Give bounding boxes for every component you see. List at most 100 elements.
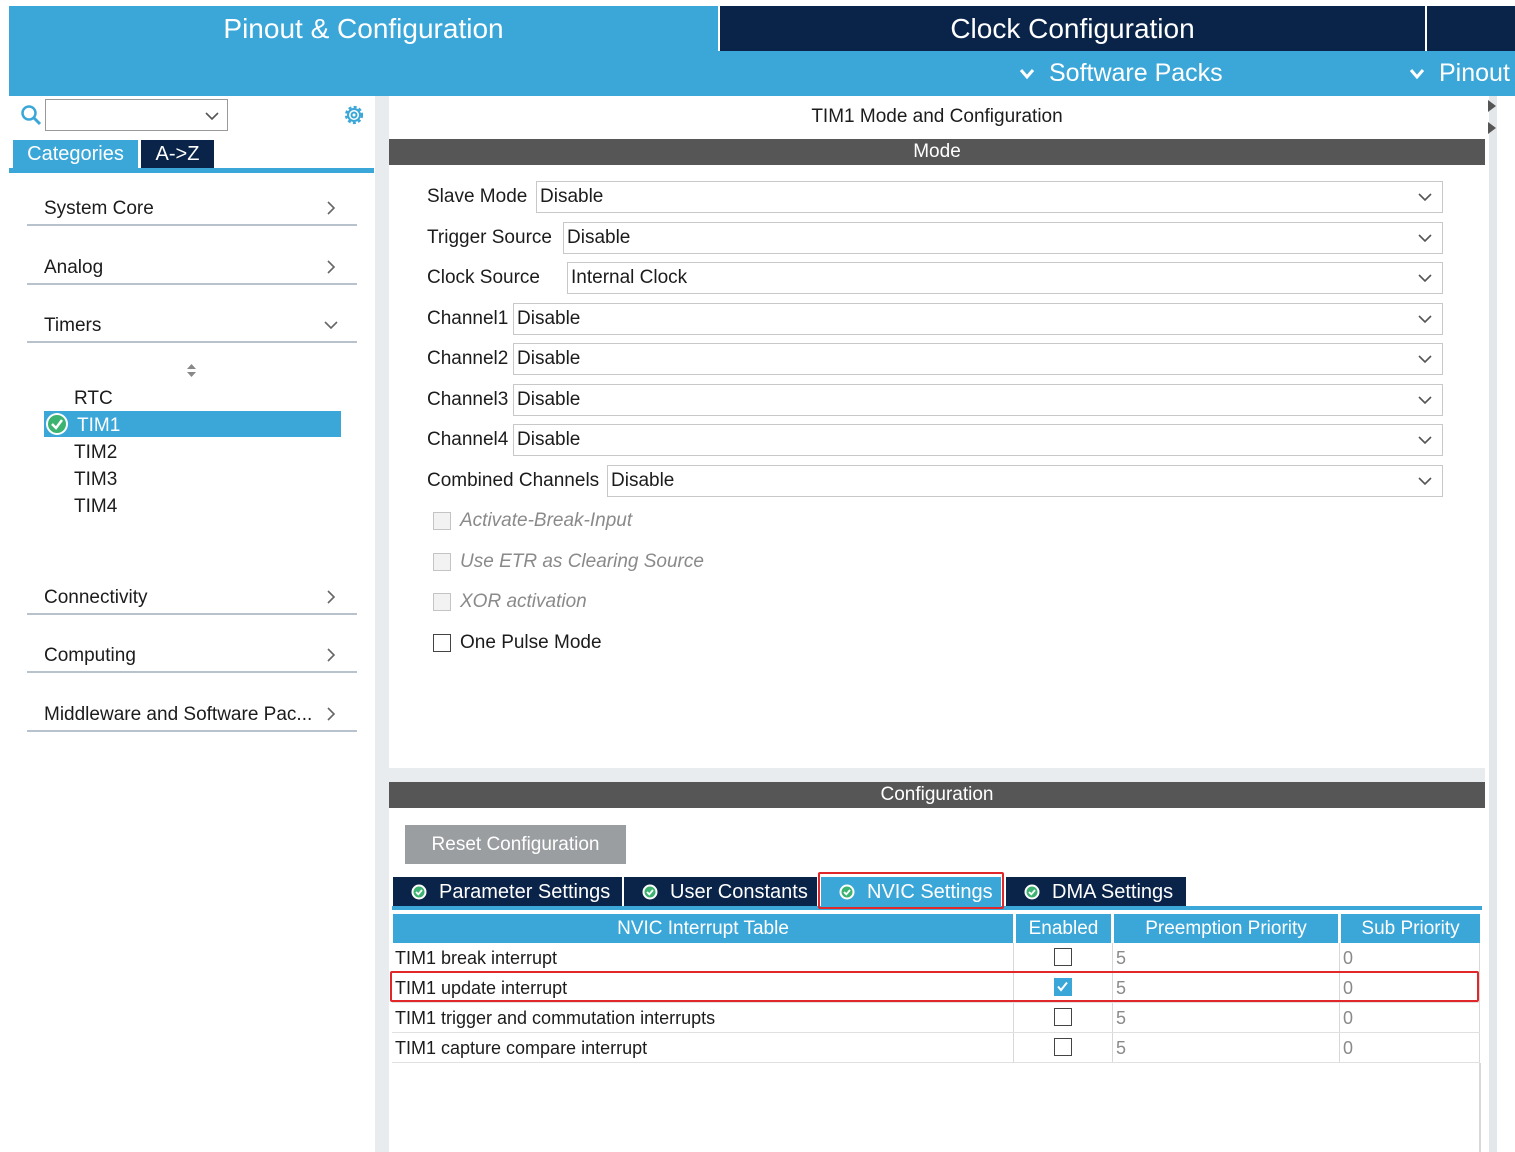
category-label: Analog [44,257,104,278]
enabled-checkbox[interactable] [1054,948,1072,966]
field-label: Channel4 [427,429,509,450]
enabled-checkbox[interactable] [1054,1038,1072,1056]
category-computing[interactable]: Computing [27,643,357,673]
chevron-right-icon [327,707,336,721]
checkbox-box[interactable] [433,512,451,530]
timer-item-tim3[interactable]: TIM3 [74,467,117,492]
tab-a-to-z[interactable]: A->Z [141,140,214,168]
category-label: Timers [44,315,102,336]
panel-splitter[interactable] [375,96,389,1152]
select-value: Disable [540,186,604,207]
select-value: Disable [567,227,631,248]
reset-configuration-button[interactable]: Reset Configuration [405,825,626,864]
check-circle-icon [1024,884,1040,900]
check-circle-icon [642,884,658,900]
category-timers[interactable]: Timers [27,313,357,343]
preemption-priority[interactable]: 5 [1113,1033,1126,1063]
chevron-down-icon [1418,274,1432,283]
column-header-interrupt[interactable]: NVIC Interrupt Table [393,914,1013,943]
secondary-menu-bar: Software Packs Pinout [9,51,1515,96]
tab-dma-settings[interactable]: DMA Settings [1006,877,1186,907]
tab-parameter-settings[interactable]: Parameter Settings [393,877,622,907]
sort-icon[interactable] [186,363,197,378]
enabled-checkbox[interactable] [1054,1008,1072,1026]
tab-label: Parameter Settings [439,880,611,903]
chevron-down-icon [1418,477,1432,486]
checkbox-label: One Pulse Mode [460,632,602,653]
combined-channels-select[interactable]: Disable [607,465,1443,497]
preemption-priority[interactable]: 5 [1113,1003,1126,1033]
chevron-down-icon [205,112,219,121]
use-etr-clearing-checkbox[interactable]: Use ETR as Clearing Source [433,550,704,574]
one-pulse-mode-checkbox[interactable]: One Pulse Mode [433,631,602,655]
category-middleware[interactable]: Middleware and Software Pac... [27,702,357,732]
nvic-tab-highlight [818,872,1004,909]
top-tab-bar: Pinout & Configuration Clock Configurati… [9,6,1515,51]
checkbox-box[interactable] [433,634,451,652]
clock-source-select[interactable]: Internal Clock [567,262,1443,294]
timer-item-tim2[interactable]: TIM2 [74,440,117,465]
timer-item-tim4[interactable]: TIM4 [74,494,117,519]
column-header-enabled[interactable]: Enabled [1016,914,1111,943]
activate-break-input-checkbox[interactable]: Activate-Break-Input [433,509,632,533]
sub-priority[interactable]: 0 [1340,943,1353,973]
section-splitter[interactable] [389,768,1485,782]
field-label: Clock Source [427,267,540,288]
category-analog[interactable]: Analog [27,255,357,285]
channel4-select[interactable]: Disable [513,424,1443,456]
chevron-down-icon [1418,355,1432,364]
category-system-core[interactable]: System Core [27,196,357,226]
select-value: Disable [611,470,675,491]
interrupt-name: TIM1 break interrupt [395,948,558,968]
pinout-menu[interactable]: Pinout [1409,51,1510,96]
xor-activation-checkbox[interactable]: XOR activation [433,590,587,614]
gear-icon[interactable] [342,103,366,127]
chevron-right-icon [327,201,336,215]
sub-priority[interactable]: 0 [1340,1033,1353,1063]
search-combobox[interactable] [45,99,228,131]
tab-categories[interactable]: Categories [13,140,138,168]
table-row[interactable]: TIM1 break interrupt 5 0 [392,943,1480,973]
tab-pinout-configuration[interactable]: Pinout & Configuration [9,6,718,51]
chevron-right-icon [327,260,336,274]
column-header-sub-priority[interactable]: Sub Priority [1341,914,1480,943]
search-icon[interactable] [20,104,42,126]
pinout-label: Pinout [1439,59,1510,87]
channel1-select[interactable]: Disable [513,303,1443,335]
software-packs-menu[interactable]: Software Packs [1019,51,1223,96]
tab-clock-configuration[interactable]: Clock Configuration [720,6,1425,51]
chevron-down-icon [324,321,338,330]
chevron-down-icon [1418,436,1432,445]
mode-header: Mode [389,139,1485,165]
timer-item-rtc[interactable]: RTC [74,386,113,411]
tab-user-constants[interactable]: User Constants [624,877,817,907]
tab-project-manager[interactable] [1427,6,1515,51]
category-connectivity[interactable]: Connectivity [27,585,357,615]
slave-mode-select[interactable]: Disable [536,181,1443,213]
table-row[interactable]: TIM1 trigger and commutation interrupts … [392,1003,1480,1033]
select-value: Disable [517,429,581,450]
update-interrupt-highlight [390,971,1479,1002]
timer-item-label: TIM1 [77,415,121,436]
field-label: Combined Channels [427,470,600,491]
checkbox-box[interactable] [433,553,451,571]
collapse-arrows-icon[interactable] [1485,96,1499,138]
sub-priority[interactable]: 0 [1340,1003,1353,1033]
panel-title: TIM1 Mode and Configuration [811,106,1063,127]
table-row[interactable]: TIM1 capture compare interrupt 5 0 [392,1033,1480,1063]
trigger-source-select[interactable]: Disable [563,222,1443,254]
select-value: Disable [517,389,581,410]
column-header-preemption[interactable]: Preemption Priority [1114,914,1338,943]
chevron-down-icon [1418,234,1432,243]
category-label: Connectivity [44,587,148,608]
field-label: Trigger Source [427,227,552,248]
checkbox-label: Use ETR as Clearing Source [460,551,704,572]
checkbox-box[interactable] [433,593,451,611]
chevron-right-icon [327,648,336,662]
category-label: Computing [44,645,136,666]
scrollbar-track[interactable] [1489,96,1497,1152]
channel2-select[interactable]: Disable [513,343,1443,375]
channel3-select[interactable]: Disable [513,384,1443,416]
chevron-down-icon [1418,396,1432,405]
preemption-priority[interactable]: 5 [1113,943,1126,973]
